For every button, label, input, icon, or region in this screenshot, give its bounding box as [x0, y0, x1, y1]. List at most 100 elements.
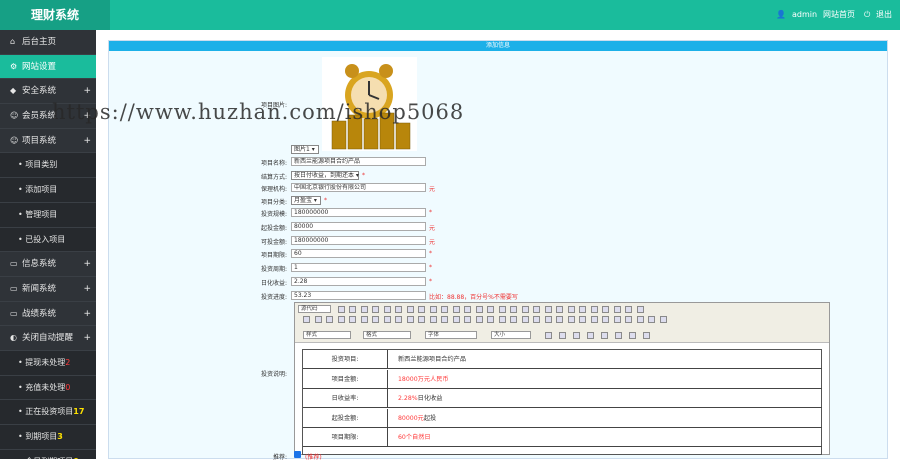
toolbar-icon[interactable] [602, 316, 609, 323]
toolbar-icon[interactable] [625, 316, 632, 323]
expand-icon[interactable]: + [83, 302, 91, 327]
toolbar-icon[interactable] [521, 316, 529, 323]
toolbar-icon[interactable] [360, 306, 368, 313]
site-home-link[interactable]: 网站首页 [823, 0, 855, 30]
sidebar-item[interactable]: ◐ 关闭自动提醒 + [0, 326, 96, 351]
expand-icon[interactable]: + [83, 277, 91, 302]
field-input[interactable]: 2.28 [291, 277, 426, 286]
toolbar-icon[interactable] [625, 306, 632, 313]
toolbar-icon[interactable] [360, 316, 368, 323]
toolbar-icon[interactable] [349, 306, 356, 313]
toolbar-icon[interactable] [337, 306, 345, 313]
toolbar-icon[interactable] [498, 316, 506, 323]
toolbar-icon[interactable] [452, 306, 460, 313]
toolbar-icon[interactable] [590, 316, 598, 323]
recommend-checkbox[interactable] [294, 451, 301, 458]
logout-link[interactable]: 退出 [876, 0, 892, 30]
toolbar-icon[interactable] [613, 316, 621, 323]
sidebar-item[interactable]: • 添加项目 [0, 178, 96, 203]
sidebar-item[interactable]: • 管理项目 [0, 202, 96, 228]
toolbar-icon[interactable] [579, 306, 586, 313]
toolbar-icon[interactable] [636, 316, 644, 323]
toolbar-icon[interactable] [556, 316, 563, 323]
toolbar-icon[interactable] [567, 306, 575, 313]
toolbar-icon[interactable] [487, 306, 494, 313]
editor-document[interactable]: 投资项目: 新西兰能源项目合约产品 项目金额: 18000万元人民币 日收益率: 2.28… [302, 349, 822, 455]
toolbar-icon[interactable] [533, 306, 540, 313]
toolbar-icon[interactable] [383, 316, 391, 323]
toolbar-icon[interactable] [395, 316, 402, 323]
toolbar-icon[interactable] [487, 316, 494, 323]
toolbar-icon[interactable] [498, 306, 506, 313]
toolbar-icon[interactable] [429, 306, 437, 313]
toolbar-icon[interactable] [441, 316, 448, 323]
sidebar-item[interactable]: • 正在投资项目17 [0, 400, 96, 425]
toolbar-icon[interactable] [475, 306, 483, 313]
toolbar-icon[interactable] [615, 332, 622, 339]
toolbar-icon[interactable] [349, 316, 356, 323]
source-button[interactable]: 源代码 [298, 305, 331, 313]
toolbar-icon[interactable] [464, 306, 471, 313]
sidebar-item[interactable]: • 提现未处理2 [0, 350, 96, 376]
expand-icon[interactable]: + [83, 326, 91, 351]
toolbar-icon[interactable] [418, 306, 425, 313]
toolbar-icon[interactable] [556, 306, 563, 313]
toolbar-icon[interactable] [383, 306, 391, 313]
field-input[interactable]: 80000 [291, 222, 426, 231]
sidebar-item[interactable]: ⌂ 后台主页 [0, 30, 96, 55]
field-input[interactable]: 53.23 [291, 291, 426, 300]
toolbar-icon[interactable] [475, 316, 483, 323]
toolbar-icon[interactable] [659, 316, 667, 323]
toolbar-icon[interactable] [418, 316, 425, 323]
field-input[interactable]: 60 [291, 249, 426, 258]
toolbar-icon[interactable] [441, 306, 448, 313]
toolbar-icon[interactable] [326, 316, 333, 323]
toolbar-icon[interactable] [337, 316, 345, 323]
toolbar-icon[interactable] [429, 316, 437, 323]
field-input[interactable]: 180000000 [291, 208, 426, 217]
font-select[interactable]: 字体 [425, 331, 477, 339]
toolbar-icon[interactable] [643, 332, 650, 339]
toolbar-icon[interactable] [303, 316, 310, 323]
field-input[interactable]: 中国北京银行股份有限公司 [291, 183, 426, 192]
toolbar-icon[interactable] [452, 316, 460, 323]
toolbar-icon[interactable] [510, 306, 517, 313]
toolbar-icon[interactable] [510, 316, 517, 323]
toolbar-icon[interactable] [567, 316, 575, 323]
toolbar-icon[interactable] [602, 306, 609, 313]
toolbar-icon[interactable] [573, 332, 580, 339]
sidebar-item[interactable]: ☺ 项目系统 + [0, 129, 96, 154]
toolbar-icon[interactable] [544, 306, 552, 313]
image-select[interactable]: 图片1 ▾ [291, 145, 319, 154]
toolbar-icon[interactable] [636, 306, 644, 313]
toolbar-icon[interactable] [587, 332, 594, 339]
toolbar-icon[interactable] [521, 306, 529, 313]
toolbar-icon[interactable] [314, 316, 322, 323]
rich-text-editor[interactable]: 源代码 样式 格式 字体 大小 投资项目: 新西兰能源项目合约产品 项目金额: 18000万元人… [294, 302, 830, 455]
toolbar-icon[interactable] [372, 316, 379, 323]
toolbar-icon[interactable] [406, 316, 414, 323]
format-select[interactable]: 格式 [363, 331, 411, 339]
expand-icon[interactable]: + [83, 252, 91, 277]
toolbar-icon[interactable] [545, 332, 552, 339]
field-input[interactable]: 180000000 [291, 236, 426, 245]
sidebar-item[interactable]: ▭ 信息系统 + [0, 252, 96, 277]
toolbar-icon[interactable] [464, 316, 471, 323]
field-select[interactable]: 按日付收益，到期还本 ▾ [291, 171, 359, 180]
toolbar-icon[interactable] [601, 332, 608, 339]
sidebar-item[interactable]: • 项目类别 [0, 153, 96, 179]
expand-icon[interactable]: + [83, 129, 91, 154]
toolbar-icon[interactable] [648, 316, 655, 323]
toolbar-icon[interactable] [372, 306, 379, 313]
sidebar-item[interactable]: ▭ 战绩系统 + [0, 302, 96, 327]
toolbar-icon[interactable] [579, 316, 586, 323]
toolbar-icon[interactable] [395, 306, 402, 313]
toolbar-icon[interactable] [629, 332, 636, 339]
toolbar-icon[interactable] [406, 306, 414, 313]
sidebar-item[interactable]: ▭ 新闻系统 + [0, 277, 96, 302]
sidebar-item[interactable]: • 充值未处理0 [0, 375, 96, 401]
field-input[interactable]: 新西兰能源项目合约产品 [291, 157, 426, 166]
sidebar-item[interactable]: ⚙ 网站设置 [0, 54, 96, 80]
toolbar-icon[interactable] [544, 316, 552, 323]
sidebar-item[interactable]: • 到期项目3 [0, 425, 96, 450]
